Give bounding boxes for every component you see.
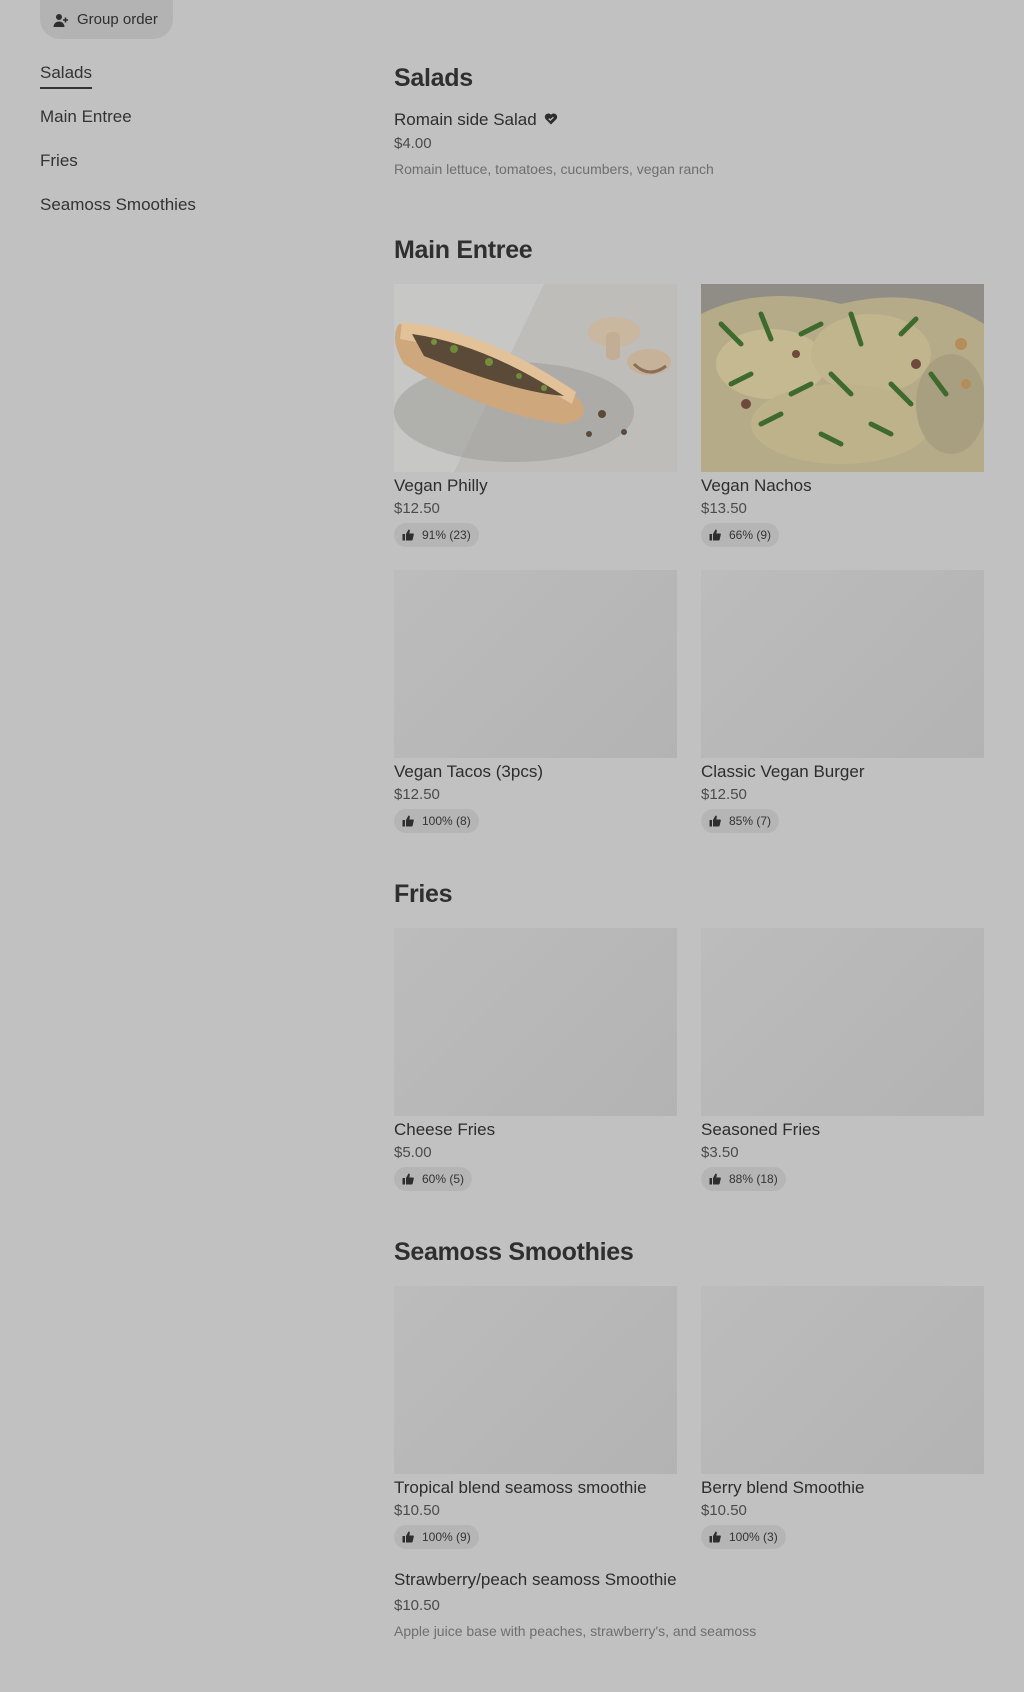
section-title-main-entree: Main Entree [394, 236, 533, 264]
item-image-placeholder [394, 928, 677, 1116]
sidebar-item-main-entree[interactable]: Main Entree [40, 104, 340, 148]
thumbs-up-icon [709, 1173, 721, 1185]
item-name: Vegan Philly [394, 476, 488, 495]
thumbs-up-icon [709, 529, 721, 541]
item-price: $5.00 [394, 1144, 432, 1161]
item-name: Classic Vegan Burger [701, 762, 865, 781]
menu-item-vegan-nachos[interactable]: Vegan Nachos $13.50 66% (9) [701, 284, 984, 547]
item-price: $10.50 [394, 1597, 440, 1614]
item-price: $12.50 [394, 500, 440, 517]
item-description: Romain lettuce, tomatoes, cucumbers, veg… [394, 161, 714, 177]
sidebar-item-seamoss-smoothies[interactable]: Seamoss Smoothies [40, 192, 340, 236]
heart-icon [545, 113, 558, 125]
thumbs-up-icon [709, 1531, 721, 1543]
item-name: Berry blend Smoothie [701, 1478, 865, 1497]
menu-item-berry-blend-smoothie[interactable]: Berry blend Smoothie $10.50 100% (3) [701, 1286, 984, 1549]
thumbs-up-icon [709, 815, 721, 827]
thumbs-up-icon [402, 529, 414, 541]
rating-badge: 100% (9) [394, 1525, 479, 1549]
rating-badge: 66% (9) [701, 523, 780, 547]
sidebar-item-salads[interactable]: Salads [40, 60, 340, 104]
menu-item-cheese-fries[interactable]: Cheese Fries $5.00 60% (5) [394, 928, 677, 1191]
item-price: $10.50 [701, 1502, 747, 1519]
philly-sandwich-photo [394, 284, 677, 472]
item-name: Cheese Fries [394, 1120, 496, 1139]
item-image-placeholder [701, 928, 984, 1116]
item-name: Vegan Nachos [701, 476, 812, 495]
item-description: Apple juice base with peaches, strawberr… [394, 1623, 757, 1639]
section-title-fries: Fries [394, 880, 453, 908]
menu-item-vegan-philly[interactable]: Vegan Philly $12.50 91% (23) [394, 284, 677, 547]
rating-badge: 100% (8) [394, 809, 479, 833]
category-sidebar: Salads Main Entree Fries Seamoss Smoothi… [40, 60, 340, 236]
item-name: Romain side Salad [394, 110, 537, 129]
item-name: Seasoned Fries [701, 1120, 821, 1139]
thumbs-up-icon [402, 1173, 414, 1185]
menu-item-seasoned-fries[interactable]: Seasoned Fries $3.50 88% (18) [701, 928, 984, 1191]
menu-item-tropical-blend-smoothie[interactable]: Tropical blend seamoss smoothie $10.50 1… [394, 1286, 677, 1549]
item-price: $13.50 [701, 500, 747, 517]
item-price: $10.50 [394, 1502, 440, 1519]
item-price: $12.50 [701, 786, 747, 803]
item-name: Vegan Tacos (3pcs) [394, 762, 543, 781]
item-image-placeholder [701, 570, 984, 758]
nachos-photo [701, 284, 984, 472]
item-image-placeholder [394, 1286, 677, 1474]
item-price: $12.50 [394, 786, 440, 803]
group-order-label: Group order [77, 11, 158, 28]
item-price: $3.50 [701, 1144, 739, 1161]
item-image-placeholder [701, 1286, 984, 1474]
thumbs-up-icon [402, 1531, 414, 1543]
menu-item-strawberry-peach-smoothie[interactable]: Strawberry/peach seamoss Smoothie $10.50… [394, 1570, 954, 1639]
section-title-salads: Salads [394, 64, 473, 92]
menu-item-romain-side-salad[interactable]: Romain side Salad $4.00 Romain lettuce, … [394, 110, 954, 177]
menu-item-vegan-tacos[interactable]: Vegan Tacos (3pcs) $12.50 100% (8) [394, 570, 677, 833]
rating-badge: 85% (7) [701, 809, 780, 833]
person-plus-icon [53, 13, 68, 27]
sidebar-item-fries[interactable]: Fries [40, 148, 340, 192]
item-price: $4.00 [394, 135, 432, 152]
group-order-button[interactable]: Group order [40, 0, 173, 39]
section-title-seamoss-smoothies: Seamoss Smoothies [394, 1238, 634, 1266]
item-name: Strawberry/peach seamoss Smoothie [394, 1570, 677, 1589]
item-image-placeholder [394, 570, 677, 758]
thumbs-up-icon [402, 815, 414, 827]
rating-badge: 88% (18) [701, 1167, 786, 1191]
rating-badge: 100% (3) [701, 1525, 786, 1549]
rating-badge: 91% (23) [394, 523, 479, 547]
rating-badge: 60% (5) [394, 1167, 473, 1191]
item-name: Tropical blend seamoss smoothie [394, 1478, 647, 1497]
menu-item-classic-vegan-burger[interactable]: Classic Vegan Burger $12.50 85% (7) [701, 570, 984, 833]
